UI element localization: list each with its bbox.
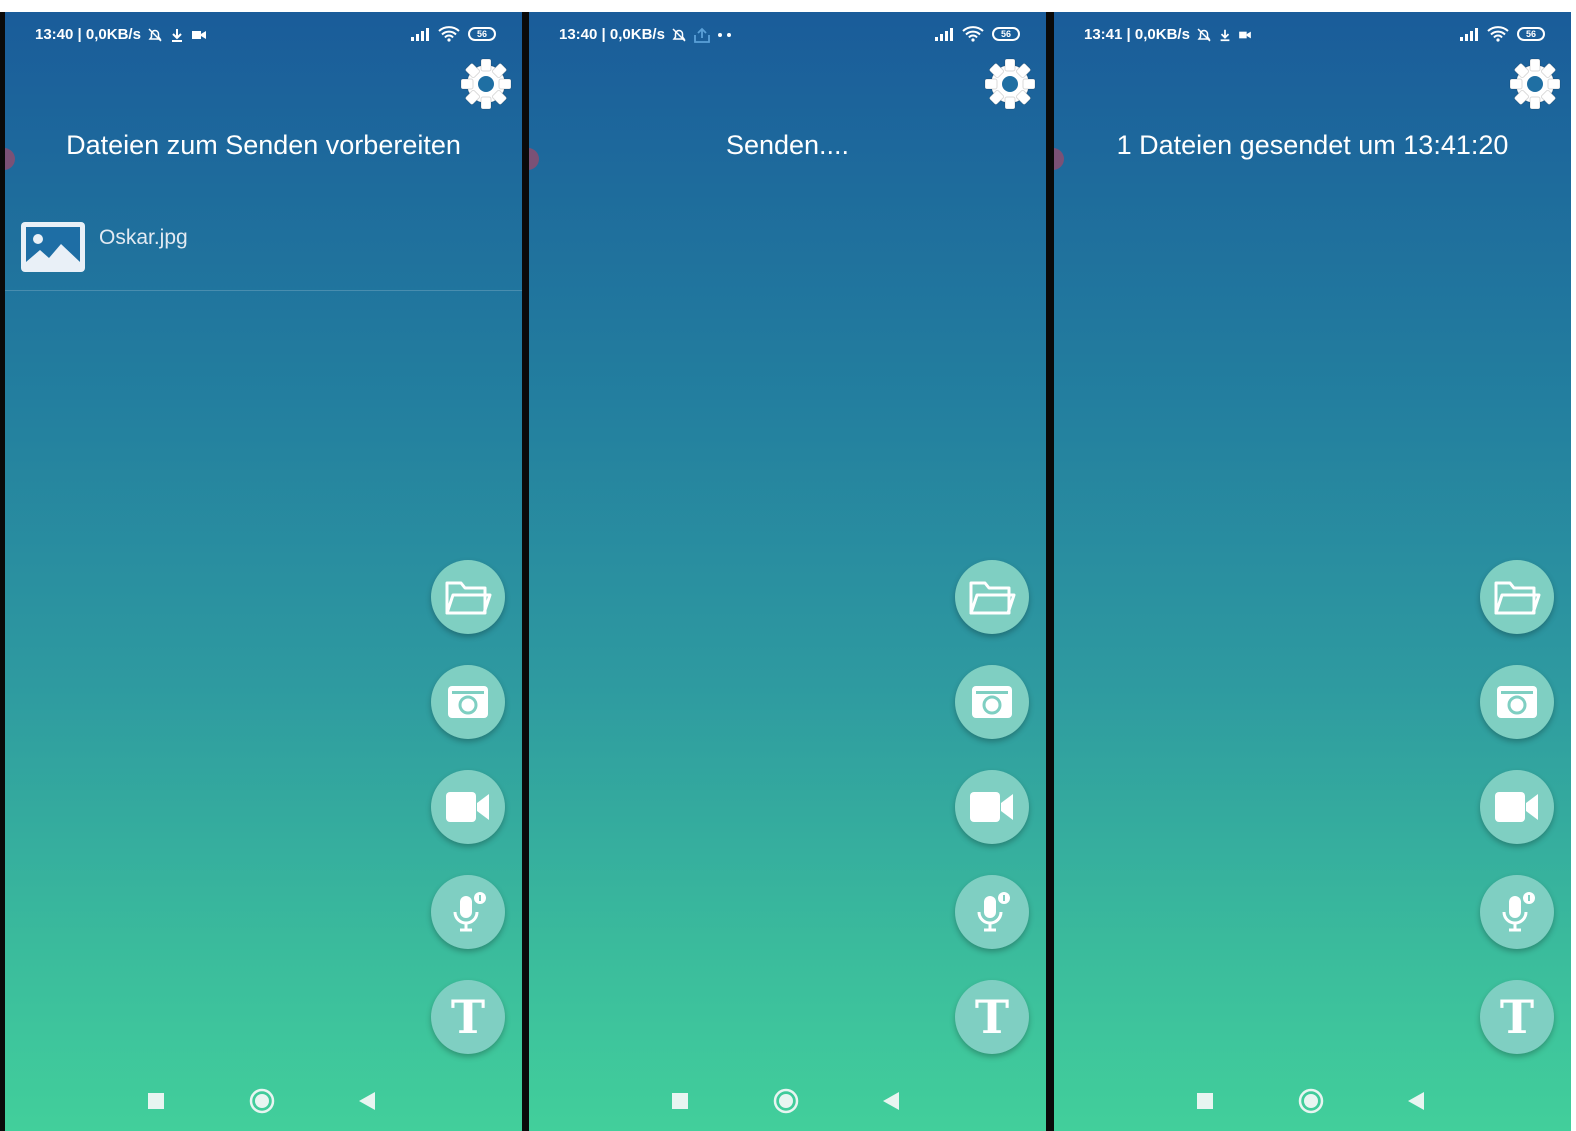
battery-indicator: 56 [468,27,496,41]
navigation-bar [5,1087,522,1117]
text-icon: T [450,990,486,1044]
video-camera-icon [970,792,1013,822]
recents-square-icon[interactable] [672,1093,688,1109]
text-button[interactable]: T [1480,980,1554,1054]
folder-icon [1494,581,1541,615]
image-file-icon [21,222,85,272]
phone-screen-prepare: 13:40 | 0,0KB/s 56 Dateien zum Senden vo… [5,12,522,1131]
video-record-icon [191,30,206,39]
navigation-bar [529,1087,1046,1117]
signal-icon [935,28,953,41]
microphone-icon [977,892,1010,932]
page-title: Dateien zum Senden vorbereiten [66,130,461,160]
video-button[interactable] [1480,770,1554,844]
upload-icon [694,27,710,43]
microphone-icon [453,892,486,932]
status-bar: 13:41 | 0,0KB/s 56 [1054,26,1571,46]
back-triangle-icon[interactable] [359,1092,375,1110]
camera-icon [972,686,1012,718]
signal-icon [411,28,429,41]
battery-indicator: 56 [992,27,1020,41]
text-icon: T [974,990,1010,1044]
download-icon [171,28,182,42]
gear-icon [1509,58,1561,110]
recents-square-icon[interactable] [148,1093,164,1109]
settings-button[interactable] [458,56,514,112]
camera-button[interactable] [1480,665,1554,739]
video-button[interactable] [955,770,1029,844]
mute-bell-icon [672,27,686,42]
screen-separator [521,12,529,1131]
folder-icon [445,581,492,615]
phone-screen-sending: 13:40 | 0,0KB/s 56 Senden.... T [529,12,1046,1131]
folder-button[interactable] [1480,560,1554,634]
screen-separator [1046,12,1054,1131]
back-triangle-icon[interactable] [1408,1092,1424,1110]
status-time: 13:41 | 0,0KB/s [1084,26,1190,43]
mute-bell-icon [1197,27,1211,42]
video-record-icon [1239,31,1251,38]
signal-icon [1460,28,1478,41]
text-button[interactable]: T [955,980,1029,1054]
battery-indicator: 56 [1517,27,1545,41]
microphone-icon [1502,892,1535,932]
recents-square-icon[interactable] [1197,1093,1213,1109]
microphone-button[interactable] [955,875,1029,949]
settings-button[interactable] [1507,56,1563,112]
video-camera-icon [1495,792,1538,822]
navigation-bar [1054,1087,1571,1117]
list-item[interactable]: Oskar.jpg [5,212,522,291]
settings-button[interactable] [982,56,1038,112]
page-title: 1 Dateien gesendet um 13:41:20 [1116,130,1509,160]
microphone-button[interactable] [1480,875,1554,949]
status-bar: 13:40 | 0,0KB/s 56 [5,26,522,46]
text-icon: T [1499,990,1535,1044]
wifi-icon [1487,26,1509,42]
video-camera-icon [446,792,489,822]
home-circle-icon[interactable] [1298,1088,1324,1114]
gear-icon [984,58,1036,110]
microphone-button[interactable] [431,875,505,949]
folder-button[interactable] [431,560,505,634]
text-button[interactable]: T [431,980,505,1054]
mute-bell-icon [148,27,162,42]
camera-icon [448,686,488,718]
more-dots-icon [717,32,731,37]
camera-button[interactable] [431,665,505,739]
file-name: Oskar.jpg [99,226,188,249]
home-circle-icon[interactable] [773,1088,799,1114]
wifi-icon [962,26,984,42]
camera-button[interactable] [955,665,1029,739]
folder-icon [969,581,1016,615]
back-triangle-icon[interactable] [883,1092,899,1110]
home-circle-icon[interactable] [249,1088,275,1114]
gear-icon [460,58,512,110]
status-bar: 13:40 | 0,0KB/s 56 [529,26,1046,46]
camera-icon [1497,686,1537,718]
status-time: 13:40 | 0,0KB/s [35,26,141,43]
video-button[interactable] [431,770,505,844]
phone-screen-sent: 13:41 | 0,0KB/s 56 1 Dateien gesendet um… [1054,12,1571,1131]
folder-button[interactable] [955,560,1029,634]
status-time: 13:40 | 0,0KB/s [559,26,665,43]
download-icon [1220,29,1230,41]
wifi-icon [438,26,460,42]
page-title: Senden.... [725,130,850,160]
